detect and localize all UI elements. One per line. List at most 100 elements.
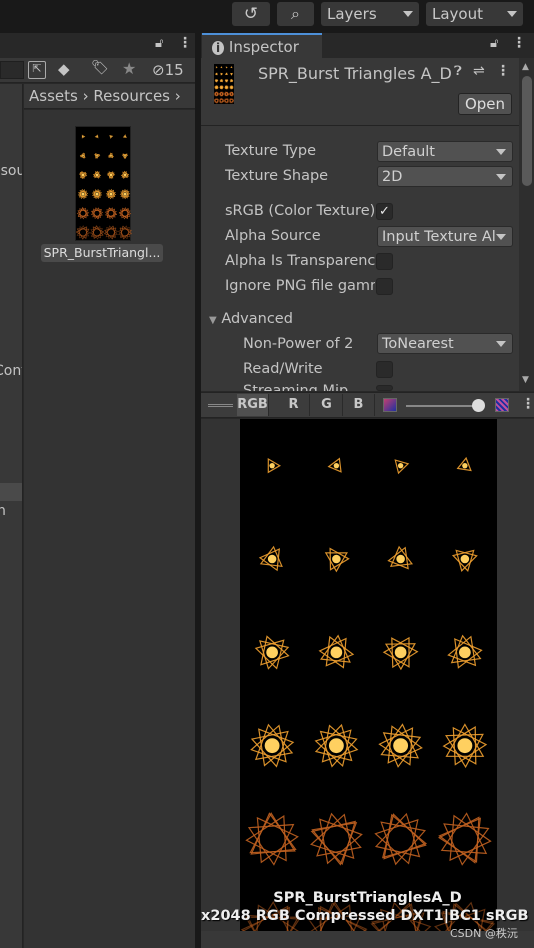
sprite-frame — [228, 91, 235, 97]
value: ToNearest — [382, 335, 454, 352]
breadcrumb-assets[interactable]: Assets — [29, 87, 78, 105]
srgb-checkbox[interactable]: ✓ — [376, 203, 393, 220]
tab-label: Inspector — [228, 38, 299, 56]
channel-b-button[interactable]: B — [343, 394, 375, 416]
watermark: CSDN @秩沅 — [450, 927, 518, 940]
texture-shape-dropdown[interactable]: 2D — [377, 166, 513, 187]
more-icon[interactable]: ⋮ — [512, 35, 526, 51]
breadcrumb-resources[interactable]: Resources — [93, 87, 170, 105]
scrollbar[interactable] — [519, 58, 534, 391]
chevron-down-icon — [507, 11, 517, 17]
sprite-frame — [213, 97, 220, 104]
value: Default — [382, 143, 435, 160]
sprite-frame — [229, 78, 234, 83]
tree-item-selected[interactable] — [0, 483, 22, 501]
chevron-right-icon: › — [82, 87, 89, 105]
texture-type-label: Texture Type — [225, 143, 316, 159]
lock-icon[interactable]: 🔓︎ — [155, 36, 163, 51]
more-icon[interactable]: ⋮ — [496, 63, 510, 79]
read-write-checkbox[interactable] — [376, 361, 393, 378]
sprite-frame — [218, 91, 225, 97]
sprite-frame — [79, 152, 86, 159]
streaming-mip-label: Streaming Mip — [243, 383, 349, 391]
history-icon: ↺ — [243, 4, 259, 24]
npot-dropdown[interactable]: ToNearest — [377, 333, 513, 354]
advanced-foldout[interactable]: ▼ Advanced — [209, 311, 293, 327]
sprite-frame — [220, 66, 223, 69]
triangle-down-icon: ▼ — [209, 315, 217, 326]
scroll-down-icon[interactable]: ▼ — [522, 375, 529, 385]
sprite-frame — [374, 812, 428, 866]
scrollbar-thumb[interactable] — [522, 76, 532, 186]
presets-icon[interactable]: ⇌ — [473, 63, 485, 79]
tab-inspector[interactable]: i Inspector — [202, 33, 322, 58]
texture-type-dropdown[interactable]: Default — [377, 141, 513, 162]
search-scope-icon[interactable]: ⇱ — [28, 61, 46, 79]
asset-name-label[interactable]: SPR_BurstTriangl... — [41, 244, 163, 262]
preview-name: SPR_BurstTrianglesA_D — [273, 890, 462, 906]
asset-grid: SPR_BurstTriangl... — [24, 110, 195, 948]
asset-icon — [213, 64, 235, 104]
chevron-down-icon — [496, 340, 506, 347]
help-icon[interactable]: ❓︎ — [454, 64, 462, 79]
channel-r-button[interactable]: R — [278, 394, 310, 416]
filter-type-icon[interactable]: ◆ — [58, 60, 70, 78]
asset-thumbnail[interactable] — [75, 126, 133, 241]
mip-low-icon — [383, 398, 397, 412]
streaming-mip-checkbox[interactable] — [376, 385, 393, 391]
sprite-frame — [220, 72, 224, 76]
sprite-frame — [224, 85, 229, 90]
sprite-frame — [77, 188, 89, 200]
sprite-frame — [438, 812, 492, 866]
sprite-frame — [310, 812, 363, 866]
tree-item[interactable]: esou — [0, 163, 22, 179]
tree-item[interactable]: Cont — [0, 363, 22, 379]
sprite-frame — [250, 723, 295, 768]
alpha-transparency-checkbox[interactable] — [376, 253, 393, 270]
history-button[interactable]: ↺ — [232, 2, 270, 26]
sprite-frame — [120, 170, 130, 179]
layout-label: Layout — [432, 5, 483, 23]
sprite-frame — [314, 723, 359, 768]
hidden-packages-button[interactable]: ⊘15 — [152, 61, 184, 79]
alpha-source-dropdown[interactable]: Input Texture Al — [377, 226, 513, 247]
search-button[interactable]: ⌕ — [277, 2, 314, 26]
search-input[interactable] — [0, 61, 24, 79]
layers-label: Layers — [327, 5, 377, 23]
open-button[interactable]: Open — [458, 93, 512, 115]
sprite-frame — [378, 723, 423, 768]
sprite-frame — [215, 66, 218, 69]
tree-item[interactable]: n — [0, 503, 6, 519]
drag-handle-icon[interactable] — [208, 404, 233, 407]
sprite-frame — [451, 549, 478, 572]
mip-slider-handle[interactable] — [472, 399, 485, 412]
layout-dropdown[interactable]: Layout — [426, 2, 523, 26]
sprite-frame — [219, 78, 224, 83]
channel-rgb-button[interactable]: RGB — [237, 394, 269, 416]
sprite-frame — [117, 225, 133, 240]
mip-high-icon — [495, 398, 509, 412]
texture-shape-label: Texture Shape — [225, 168, 329, 184]
channel-g-button[interactable]: G — [311, 394, 343, 416]
project-panel: 🔓︎ ⋮ ⇱ ◆ 🏷︎ ★ ⊘15 esou Cont n Assets › R… — [0, 33, 195, 948]
eye-slash-icon: ⊘ — [152, 61, 165, 79]
preview-info: x2048 RGB Compressed DXT1|BC1 sRGB 1. — [201, 908, 534, 924]
layers-dropdown[interactable]: Layers — [321, 2, 419, 26]
mip-slider[interactable] — [406, 405, 479, 407]
label-tag-icon[interactable]: 🏷︎ — [91, 60, 109, 76]
sprite-frame — [76, 207, 90, 220]
lock-icon[interactable]: 🔓︎ — [490, 36, 498, 51]
sprite-frame — [94, 134, 99, 139]
ignore-png-checkbox[interactable] — [376, 278, 393, 295]
sprite-frame — [224, 72, 228, 76]
sprite-frame — [119, 188, 131, 200]
more-icon[interactable]: ⋮ — [521, 396, 534, 412]
favorite-star-icon[interactable]: ★ — [122, 59, 136, 78]
sprite-frame — [214, 78, 219, 83]
sprite-frame — [318, 634, 355, 669]
more-icon[interactable]: ⋮ — [178, 35, 192, 51]
sprite-frame — [229, 85, 234, 90]
sprite-frame — [327, 457, 342, 473]
sprite-frame — [245, 812, 299, 866]
scroll-up-icon[interactable]: ▲ — [522, 62, 529, 72]
